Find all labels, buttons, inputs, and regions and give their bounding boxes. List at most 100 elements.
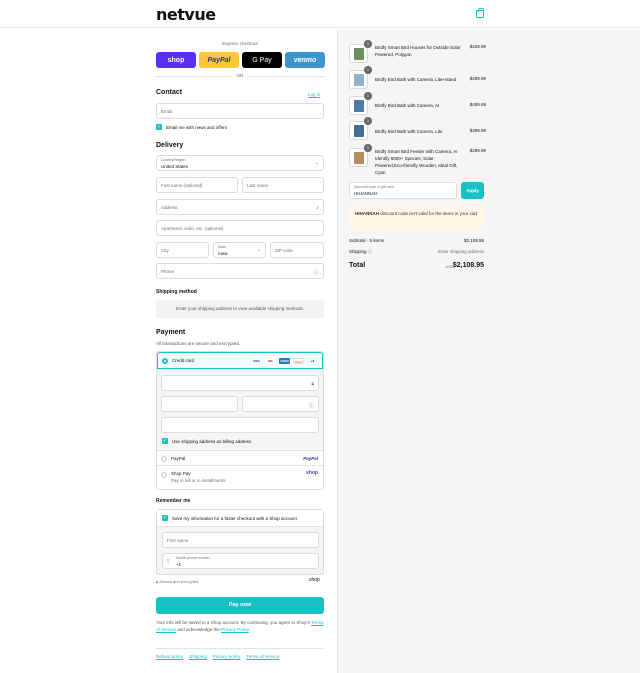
shop-pay-option[interactable]: Shop Pay Pay in full or in installments … [157,466,323,489]
legal-text-2: and acknowledge the [176,627,222,632]
quantity-badge: 1 [364,40,372,48]
remember-checkbox-label: Save my information for a faster checkou… [172,516,297,521]
shop-pay-label: Shop Pay [171,471,191,476]
name-on-card-field[interactable] [161,417,319,433]
lock-icon: 🔒︎ [311,381,314,387]
expiration-field[interactable] [161,396,238,412]
credit-card-radio[interactable] [162,358,168,364]
order-item: 1 Birdfy Smart Bird Houses for Outside S… [349,40,486,66]
footer-divider [156,648,324,649]
city-placeholder: City [161,248,169,253]
store-logo[interactable]: netvue [156,5,216,24]
mobile-label: Mobile phone number [176,556,210,560]
billing-checkbox[interactable]: ✓ [162,438,168,444]
first-name-field[interactable]: First name (optional) [156,177,238,193]
quantity-badge: 1 [364,117,372,125]
news-checkbox-label: Email me with news and offers [166,125,227,130]
amex-icon: AMEX [279,358,290,364]
paypal-option[interactable]: PayPal PayPal [157,451,323,466]
venmo-button[interactable]: venmo [285,52,325,68]
legal-text-1: Your info will be saved to a Shop accoun… [156,620,312,625]
shop-pay-radio[interactable] [161,472,167,478]
chevron-down-icon: ⌄ [314,160,319,166]
city-field[interactable]: City [156,242,209,258]
phone-field[interactable]: Phone ⓘ [156,263,324,279]
product-price: $489.99 [469,76,486,81]
quantity-badge: 1 [364,144,372,152]
footer-links: Refund policy Shipping Privacy policy Te… [156,654,279,659]
product-name: Birdfy Bird Bath with Camera, Lite [375,129,443,134]
help-icon[interactable]: ⓘ [314,269,319,276]
legal-text: Your info will be saved to a Shop accoun… [156,619,324,633]
shipping-method-title: Shipping method [156,289,197,295]
secure-label: Secure and encrypted [159,579,199,584]
product-name: Birdfy Bird Bath with Camera, Lite+stand [375,77,457,82]
paypal-logo: PayPal [303,456,318,461]
subtotal-row: Subtotal · 5 items $2,108.95 [349,238,484,243]
privacy-link[interactable]: Privacy Policy [221,627,249,632]
remember-first-name-placeholder: First name [167,538,189,543]
shipping-value: Enter shipping address [437,249,484,254]
payment-note: All transactions are secure and encrypte… [156,341,241,346]
state-select[interactable]: State Iowa ⌄ [213,242,266,258]
paypal-radio[interactable] [161,456,167,462]
state-value: Iowa [218,251,228,256]
product-image [354,74,364,86]
news-checkbox[interactable]: ✓ [156,124,162,130]
phone-placeholder: Phone [161,269,175,274]
subtotal-value: $2,108.95 [463,238,484,243]
remember-first-name-field[interactable]: First name [162,532,319,548]
product-image [354,152,364,164]
discount-value: HIHANNAH [354,191,378,196]
total-value: $2,108.95 [452,262,484,269]
remember-checkbox[interactable]: ✓ [162,515,168,521]
refund-policy-link[interactable]: Refund policy [156,654,183,659]
product-price: $299.99 [469,148,486,153]
order-item: 1 Birdfy Bird Bath with Camera, Lite $39… [349,117,486,143]
mobile-phone-field[interactable]: ▯ Mobile phone number +1 [162,553,319,569]
shopping-bag-icon[interactable] [476,8,484,18]
shipping-row: Shipping ⓘ Enter shipping address [349,249,484,255]
state-label: State [218,245,227,249]
address-field[interactable]: Address ⌕ [156,199,324,215]
visa-icon: VISA [251,358,262,364]
help-icon[interactable]: ⓘ [309,402,314,409]
login-link[interactable]: Log in [308,92,320,97]
secure-note: 🔒︎ Secure and encrypted [156,579,198,584]
credit-card-option[interactable]: Credit card VISA MC AMEX DISC +3 [157,352,323,369]
email-field[interactable]: Email [156,103,324,119]
security-code-field[interactable]: ⓘ [242,396,319,412]
country-label: Country/Region [161,158,186,162]
mastercard-icon: MC [265,358,276,364]
order-item: 1 Birdfy Smart Bird Feeder with Camera, … [349,144,486,176]
zip-field[interactable]: ZIP code [270,242,324,258]
discount-label: Discount code or gift card [354,185,394,189]
last-name-field[interactable]: Last name [242,177,324,193]
pay-now-button[interactable]: Pay now [156,597,324,614]
google-pay-button[interactable]: G Pay [242,52,282,68]
address-placeholder: Address [161,205,178,210]
terms-of-service-link[interactable]: Terms of service [246,654,279,659]
express-checkout-label: Express checkout [222,41,258,46]
shipping-link[interactable]: Shipping [189,654,207,659]
paypal-button[interactable]: PayPal [199,52,239,68]
discount-code-field[interactable]: Discount code or gift card HIHANNAH [349,182,457,199]
discover-icon: DISC [293,358,304,364]
remember-me-box: ✓ Save my information for a faster check… [156,509,324,575]
card-number-field[interactable]: 🔒︎ [161,375,319,391]
credit-card-form: 🔒︎ ⓘ ✓ Use shipping address as billing a… [157,369,323,451]
product-image [354,100,364,112]
more-cards-badge: +3 [310,359,315,363]
product-name: Birdfy Smart Bird Feeder with Camera, AI… [375,149,458,175]
shop-logo-small: shop [309,577,320,583]
country-select[interactable]: Country/Region United States ⌄ [156,155,324,171]
shop-logo: shop [306,470,318,476]
help-icon[interactable]: ⓘ [368,249,373,254]
apply-button[interactable]: Apply [461,182,484,199]
apartment-field[interactable]: Apartment, suite, etc. (optional) [156,220,324,236]
shop-pay-subtext: Pay in full or in installments [171,478,226,483]
privacy-policy-link[interactable]: Privacy policy [213,654,241,659]
product-price: $399.99 [469,128,486,133]
shop-pay-button[interactable]: shop [156,52,196,68]
email-placeholder: Email [161,109,173,114]
